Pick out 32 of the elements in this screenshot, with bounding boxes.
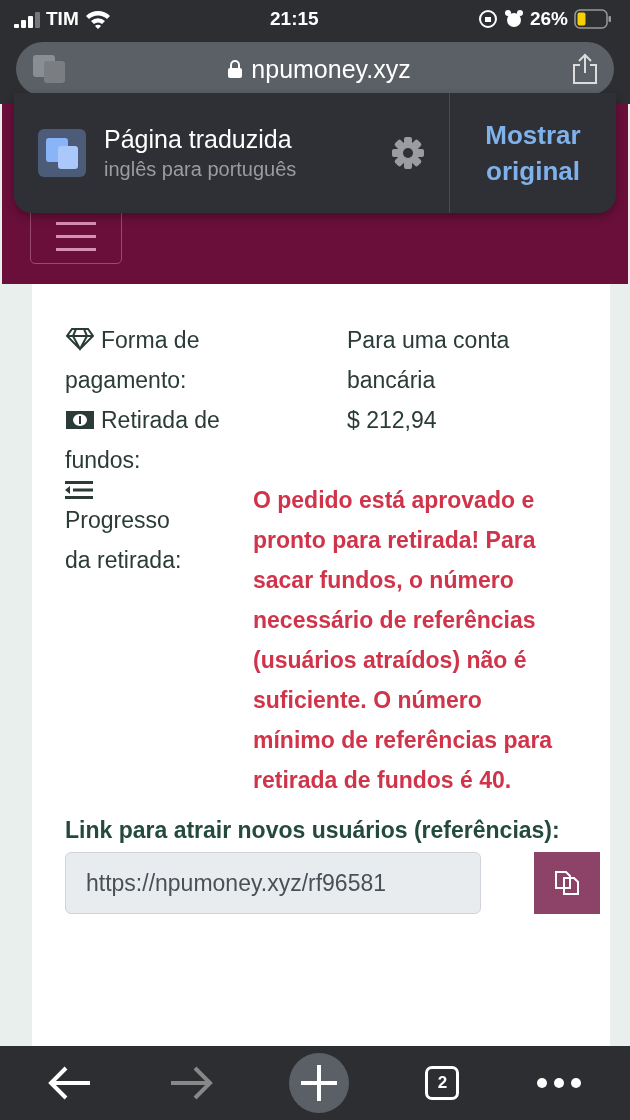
status-message: O pedido está aprovado e pronto para retirada! Para sacar fundos, o número necessário de referências (usuários atraídos) não é suficiente. O número mínimo de referências para retirada de fundos é 40. xyxy=(253,486,554,795)
address-bar[interactable]: npumoney.xyz xyxy=(16,42,614,96)
field-value: Para uma conta bancária xyxy=(347,326,511,395)
referral-heading: Link para atrair novos usuários (referências): xyxy=(65,816,561,845)
copy-button[interactable] xyxy=(534,852,600,914)
rotation-lock-icon xyxy=(477,9,498,29)
translate-icon xyxy=(38,129,86,177)
share-icon[interactable] xyxy=(572,53,598,85)
popup-subtitle: inglês para português xyxy=(104,158,298,181)
diamond-icon xyxy=(65,327,95,351)
more-button[interactable] xyxy=(535,1077,582,1089)
wifi-icon xyxy=(84,9,111,29)
battery-icon xyxy=(574,9,612,29)
show-original-button[interactable]: Mostrar original xyxy=(450,93,616,213)
signal-icon xyxy=(14,10,40,28)
clock-time: 21:15 xyxy=(270,8,319,30)
list-icon xyxy=(65,480,93,500)
copy-icon xyxy=(553,869,581,897)
url-domain: npumoney.xyz xyxy=(251,54,411,84)
battery-percent: 26% xyxy=(529,8,568,30)
tabs-button[interactable]: 2 xyxy=(425,1066,460,1100)
back-button[interactable] xyxy=(48,1065,93,1101)
referral-link-field[interactable]: https://npumoney.xyz/rf96581 xyxy=(65,852,481,914)
plus-icon xyxy=(298,1063,339,1103)
field-label: Progresso da retirada: xyxy=(65,506,183,575)
carrier-name: TIM xyxy=(46,8,79,30)
field-label: Forma de pagamento: xyxy=(65,326,201,395)
lock-icon xyxy=(227,59,244,79)
field-value: $ 212,94 xyxy=(347,406,438,435)
field-label: Retirada de fundos: xyxy=(65,406,221,475)
popup-title: Página traduzida xyxy=(104,125,293,154)
banknote-icon xyxy=(65,410,95,430)
